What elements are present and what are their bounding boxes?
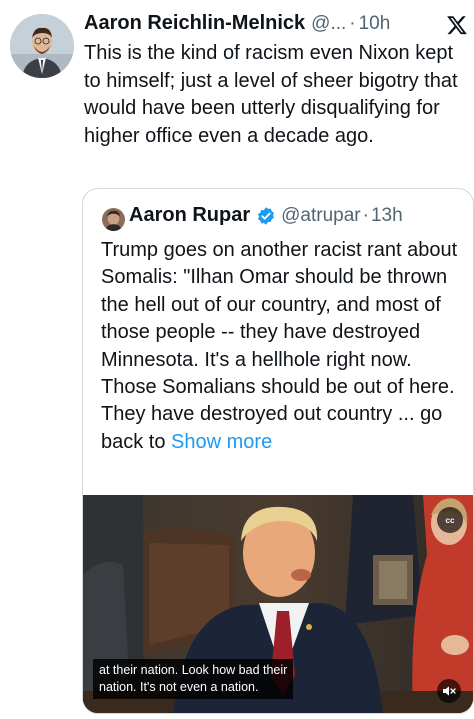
quoted-tweet-timestamp[interactable]: 13h — [371, 205, 403, 227]
author-handle[interactable]: @... — [311, 13, 346, 35]
author-name[interactable]: Aaron Reichlin-Melnick — [84, 12, 305, 35]
quoted-author-handle[interactable]: @atrupar — [281, 205, 361, 227]
verified-badge-icon — [258, 206, 275, 225]
quoted-tweet-card[interactable]: Aaron Rupar @atrupar · 13h Trump goes on… — [82, 188, 474, 714]
mute-icon[interactable] — [437, 679, 461, 703]
video-caption: at their nation. Look how bad their nati… — [93, 659, 294, 699]
quoted-author-avatar[interactable] — [102, 208, 125, 231]
quoted-tweet-header: Aaron Rupar @atrupar · 13h — [129, 204, 403, 227]
quoted-author-name[interactable]: Aaron Rupar — [129, 204, 250, 227]
header-separator: · — [349, 13, 356, 34]
tweet-header: Aaron Reichlin-Melnick @... · 10h — [84, 12, 434, 38]
tweet-timestamp[interactable]: 10h — [359, 13, 391, 35]
caption-line-2: nation. It's not even a nation. — [99, 680, 259, 694]
quoted-header-separator: · — [362, 204, 369, 226]
caption-line-1: at their nation. Look how bad their — [99, 663, 288, 677]
quoted-tweet-body: Trump goes on another racist rant about … — [101, 239, 458, 453]
author-avatar[interactable] — [10, 14, 74, 78]
quoted-tweet-text: Trump goes on another racist rant about … — [101, 237, 467, 456]
show-more-link[interactable]: Show more — [171, 431, 272, 453]
x-logo-icon — [446, 14, 468, 36]
video-player[interactable]: cc at their nation. Look how bad their n… — [83, 495, 473, 713]
tweet-text: This is the kind of racism even Nixon ke… — [84, 42, 458, 147]
closed-captions-icon[interactable]: cc — [437, 507, 463, 533]
